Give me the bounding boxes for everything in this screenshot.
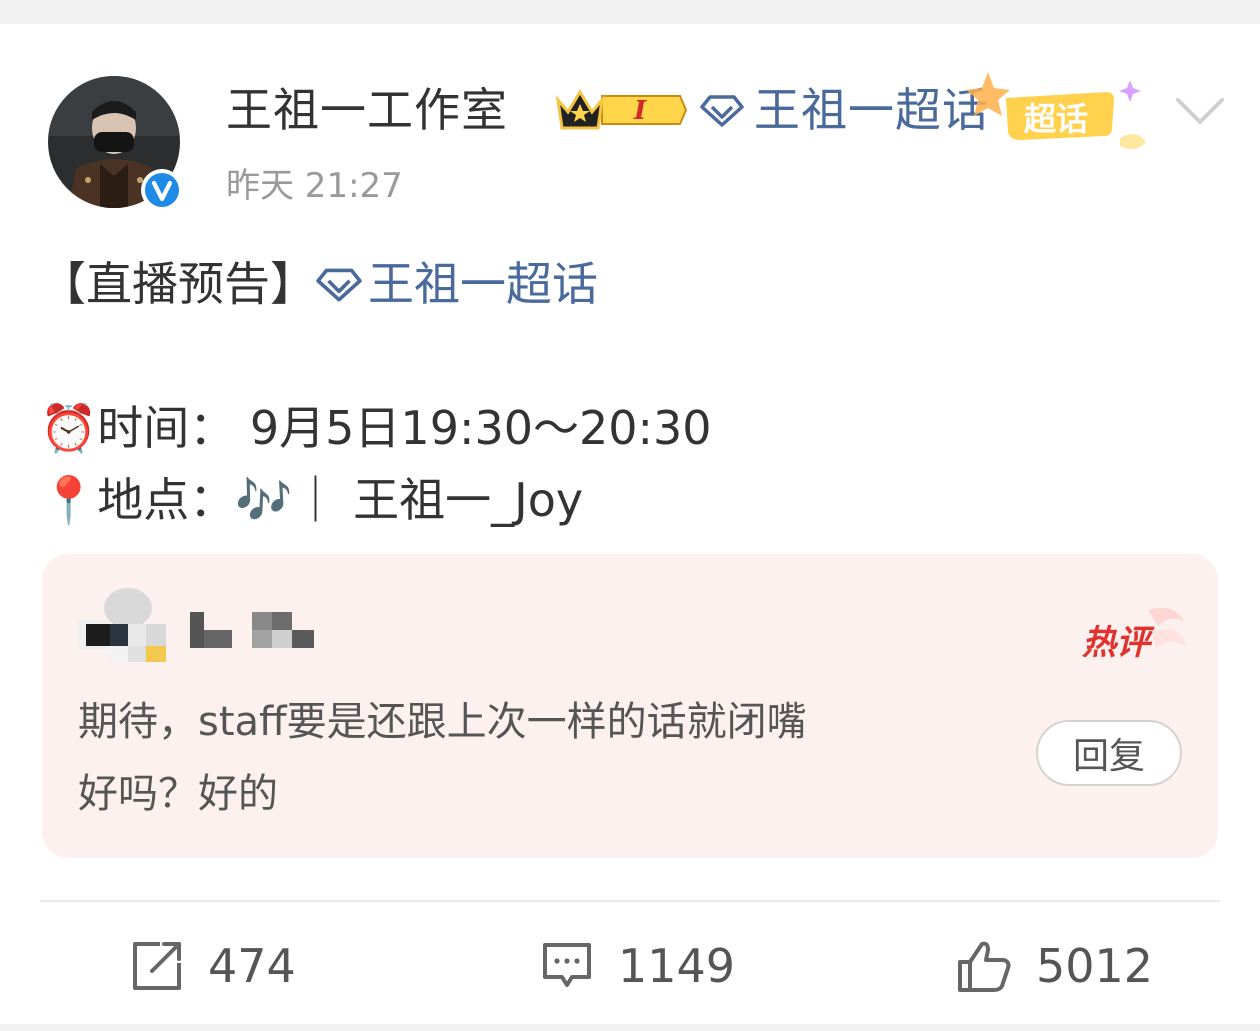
like-button[interactable]: 5012 [956,934,1153,998]
hot-comment-tag: 热评 [1078,602,1188,668]
diamond-icon [316,268,362,302]
chaohua-badge: 超话 [960,58,1160,158]
badge-text: 超话 [1024,100,1088,138]
repost-button[interactable]: 474 [130,934,296,998]
crown-icon: I [555,89,688,130]
commenter-name[interactable] [190,606,320,650]
hot-tag-text: 热评 [1082,623,1155,663]
comment-count: 1149 [618,939,736,993]
author-name[interactable]: 王祖一工作室 [226,80,508,140]
author-avatar[interactable] [48,76,183,211]
content-topic-link[interactable]: 王祖一超话 [316,249,598,319]
post-content: 【直播预告】 王祖一超话 ⏰时间： 9月5日19:30～20:30 📍地点：🎶｜… [40,248,712,536]
header-topic-text: 王祖一超话 [754,83,989,137]
diamond-icon [700,95,744,127]
content-prefix: 【直播预告】 [40,257,316,311]
repost-count: 474 [208,939,296,993]
post-time: 昨天 21:27 [226,166,403,206]
divider [40,900,1220,902]
content-line-1: 【直播预告】 王祖一超话 [40,248,712,320]
content-time-line: ⏰时间： 9月5日19:30～20:30 [40,401,712,455]
content-place-line: 📍地点：🎶｜ 王祖一_Joy [40,473,584,527]
repost-icon [133,942,181,990]
hot-comment[interactable]: 热评 期待，staff要是还跟上次一样的话就闭嘴 好吗？好的 回复 [42,554,1218,858]
weibo-post-card: 王祖一工作室 I 王祖一超话 超话 昨天 21:27 【直播预告】 王祖一超话 … [0,24,1260,1024]
chevron-down-icon[interactable] [1172,90,1228,130]
comment-text: 期待，staff要是还跟上次一样的话就闭嘴 好吗？好的 [78,686,978,830]
bottom-band [0,1024,1260,1031]
header-topic-link[interactable]: 王祖一超话 [700,80,989,140]
verified-icon [141,169,183,211]
comment-line-2: 好吗？好的 [78,771,278,817]
like-icon [958,941,1011,992]
content-topic-text: 王祖一超话 [368,257,598,311]
reply-button[interactable]: 回复 [1036,720,1182,786]
like-count: 5012 [1036,939,1154,993]
comment-button[interactable]: 1149 [540,934,735,998]
commenter-avatar[interactable] [78,578,170,670]
comment-line-1: 期待，staff要是还跟上次一样的话就闭嘴 [78,699,807,745]
comment-icon [543,943,591,987]
svg-text:I: I [633,96,647,126]
